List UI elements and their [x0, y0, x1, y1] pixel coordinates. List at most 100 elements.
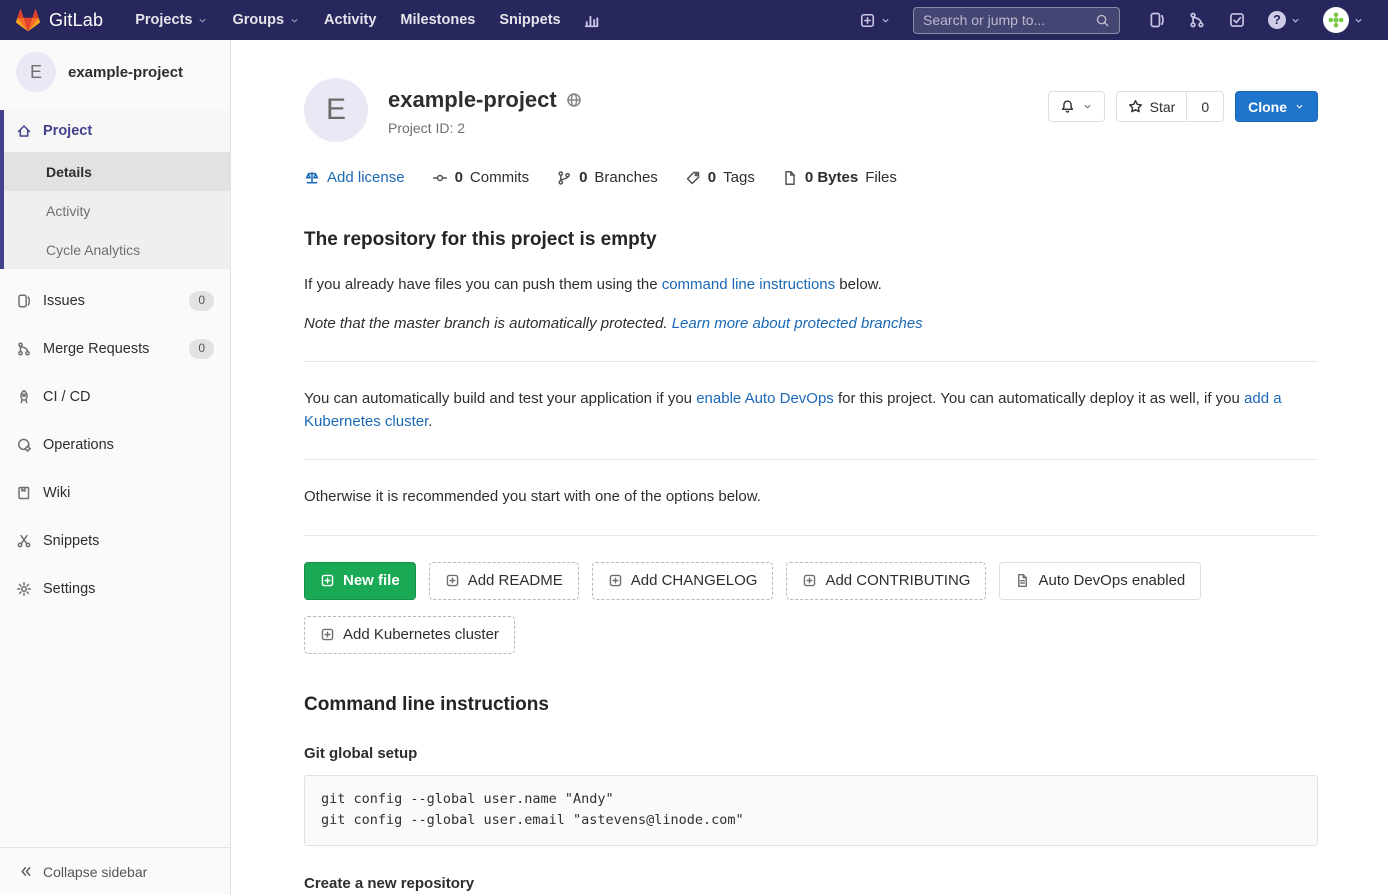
- plus-square-icon: [608, 573, 623, 588]
- enable-autodevops-link[interactable]: enable Auto DevOps: [696, 390, 834, 407]
- add-readme-button[interactable]: Add README: [429, 562, 579, 600]
- create-new-repository-heading: Create a new repository: [304, 875, 1318, 892]
- issues-icon: [16, 293, 32, 309]
- code-line: git config --global user.name "Andy": [321, 789, 1301, 811]
- plus-square-icon: [802, 573, 817, 588]
- document-icon: [1015, 573, 1030, 588]
- scale-icon: [304, 170, 320, 186]
- nav-projects[interactable]: Projects: [125, 7, 218, 33]
- todos-nav-button[interactable]: [1220, 6, 1254, 34]
- sidebar-item-cycle-analytics[interactable]: Cycle Analytics: [4, 230, 230, 269]
- global-search[interactable]: [913, 7, 1120, 34]
- tags-stat-link[interactable]: 0Tags: [685, 169, 755, 186]
- sidebar-item-merge-requests[interactable]: Merge Requests 0: [0, 325, 230, 373]
- protected-branches-link[interactable]: Learn more about protected branches: [672, 315, 923, 332]
- issues-icon: [1148, 11, 1166, 29]
- add-contributing-button[interactable]: Add CONTRIBUTING: [786, 562, 986, 600]
- nav-snippets[interactable]: Snippets: [489, 7, 570, 33]
- top-navbar: GitLab Projects Groups Activity Mileston…: [0, 0, 1388, 40]
- project-avatar-large: E: [304, 78, 368, 142]
- divider: [304, 361, 1318, 362]
- nav-activity[interactable]: Activity: [314, 7, 386, 33]
- plus-square-icon: [859, 12, 876, 29]
- star-count[interactable]: 0: [1187, 91, 1224, 122]
- plus-square-icon: [320, 573, 335, 588]
- sidebar-item-wiki[interactable]: Wiki: [0, 469, 230, 517]
- project-actions: Star 0 Clone: [1048, 78, 1318, 122]
- primary-nav: Projects Groups Activity Milestones Snip…: [125, 7, 607, 34]
- sidebar-section-project: Project Details Activity Cycle Analytics: [0, 110, 230, 269]
- sidebar-item-issues[interactable]: Issues 0: [0, 277, 230, 325]
- public-visibility-icon: [566, 92, 582, 108]
- new-file-button[interactable]: New file: [304, 562, 416, 600]
- new-menu-button[interactable]: [851, 7, 899, 34]
- clone-button[interactable]: Clone: [1235, 91, 1318, 122]
- sidebar-item-cicd[interactable]: CI / CD: [0, 373, 230, 421]
- add-kubernetes-cluster-button[interactable]: Add Kubernetes cluster: [304, 616, 515, 654]
- search-input[interactable]: [923, 12, 1095, 28]
- tanuki-icon: [16, 9, 40, 32]
- scissors-icon: [16, 533, 32, 549]
- sidebar-item-settings[interactable]: Settings: [0, 565, 230, 613]
- user-avatar: [1323, 7, 1349, 33]
- user-menu-button[interactable]: [1315, 2, 1372, 38]
- bell-icon: [1060, 99, 1075, 114]
- page-title: example-project: [388, 87, 557, 113]
- issues-count-badge: 0: [189, 291, 214, 311]
- chevron-down-icon: [197, 15, 208, 26]
- command-line-instructions-heading: Command line instructions: [304, 694, 1318, 716]
- gear-icon: [16, 581, 32, 597]
- home-icon: [16, 123, 32, 139]
- command-line-instructions-link[interactable]: command line instructions: [662, 276, 835, 293]
- todo-check-icon: [1228, 11, 1246, 29]
- help-icon: ?: [1268, 11, 1286, 29]
- nav-milestones[interactable]: Milestones: [390, 7, 485, 33]
- chevron-down-icon: [880, 15, 891, 26]
- autodevops-enabled-button[interactable]: Auto DevOps enabled: [999, 562, 1201, 600]
- issues-nav-button[interactable]: [1140, 6, 1174, 34]
- help-menu-button[interactable]: ?: [1260, 6, 1309, 34]
- sidebar-item-activity[interactable]: Activity: [4, 191, 230, 230]
- quick-action-buttons-row1: New file Add README Add CHANGELOG Add CO…: [304, 562, 1318, 600]
- sidebar-item-snippets[interactable]: Snippets: [0, 517, 230, 565]
- empty-repo-heading: The repository for this project is empty: [304, 229, 1318, 251]
- project-stats-row: Add license 0Commits 0Branches 0Tags: [304, 169, 1318, 186]
- add-license-link[interactable]: Add license: [304, 169, 405, 186]
- file-icon: [782, 170, 798, 186]
- project-id-label: Project ID: 2: [388, 120, 582, 136]
- star-button[interactable]: Star: [1116, 91, 1188, 122]
- commits-stat-link[interactable]: 0Commits: [432, 169, 530, 186]
- sidebar-item-project[interactable]: Project: [4, 110, 230, 152]
- collapse-sidebar-button[interactable]: Collapse sidebar: [0, 847, 230, 895]
- merge-request-icon: [16, 341, 32, 357]
- autodevops-text: You can automatically build and test you…: [304, 388, 1318, 433]
- book-icon: [16, 485, 32, 501]
- otherwise-text: Otherwise it is recommended you start wi…: [304, 486, 1318, 509]
- chevron-down-icon: [1294, 101, 1305, 112]
- push-instructions-text: If you already have files you can push t…: [304, 274, 1318, 297]
- operations-icon: [16, 437, 32, 453]
- nav-groups[interactable]: Groups: [222, 7, 310, 33]
- merge-requests-nav-button[interactable]: [1180, 6, 1214, 34]
- sidebar-project-name: example-project: [68, 64, 183, 81]
- project-header: E example-project Project ID: 2: [304, 78, 1318, 142]
- chevron-down-icon: [289, 15, 300, 26]
- protected-branch-note: Note that the master branch is automatic…: [304, 313, 1318, 336]
- files-stat-link[interactable]: 0 BytesFiles: [782, 169, 897, 186]
- plus-square-icon: [320, 627, 335, 642]
- code-line: git config --global user.email "astevens…: [321, 810, 1301, 832]
- sidebar-item-operations[interactable]: Operations: [0, 421, 230, 469]
- sidebar-project-header[interactable]: E example-project: [0, 40, 230, 104]
- commit-icon: [432, 170, 448, 186]
- quick-action-buttons-row2: Add Kubernetes cluster: [304, 616, 1318, 654]
- git-global-setup-code-block: git config --global user.name "Andy"git …: [304, 775, 1318, 846]
- branches-stat-link[interactable]: 0Branches: [556, 169, 658, 186]
- charts-nav-button[interactable]: [575, 7, 608, 34]
- project-avatar: E: [16, 52, 56, 92]
- tag-icon: [685, 170, 701, 186]
- add-changelog-button[interactable]: Add CHANGELOG: [592, 562, 774, 600]
- sidebar-item-details[interactable]: Details: [4, 152, 230, 191]
- notifications-dropdown-button[interactable]: [1048, 91, 1105, 122]
- gitlab-logo[interactable]: GitLab: [16, 9, 103, 32]
- merge-requests-count-badge: 0: [189, 339, 214, 359]
